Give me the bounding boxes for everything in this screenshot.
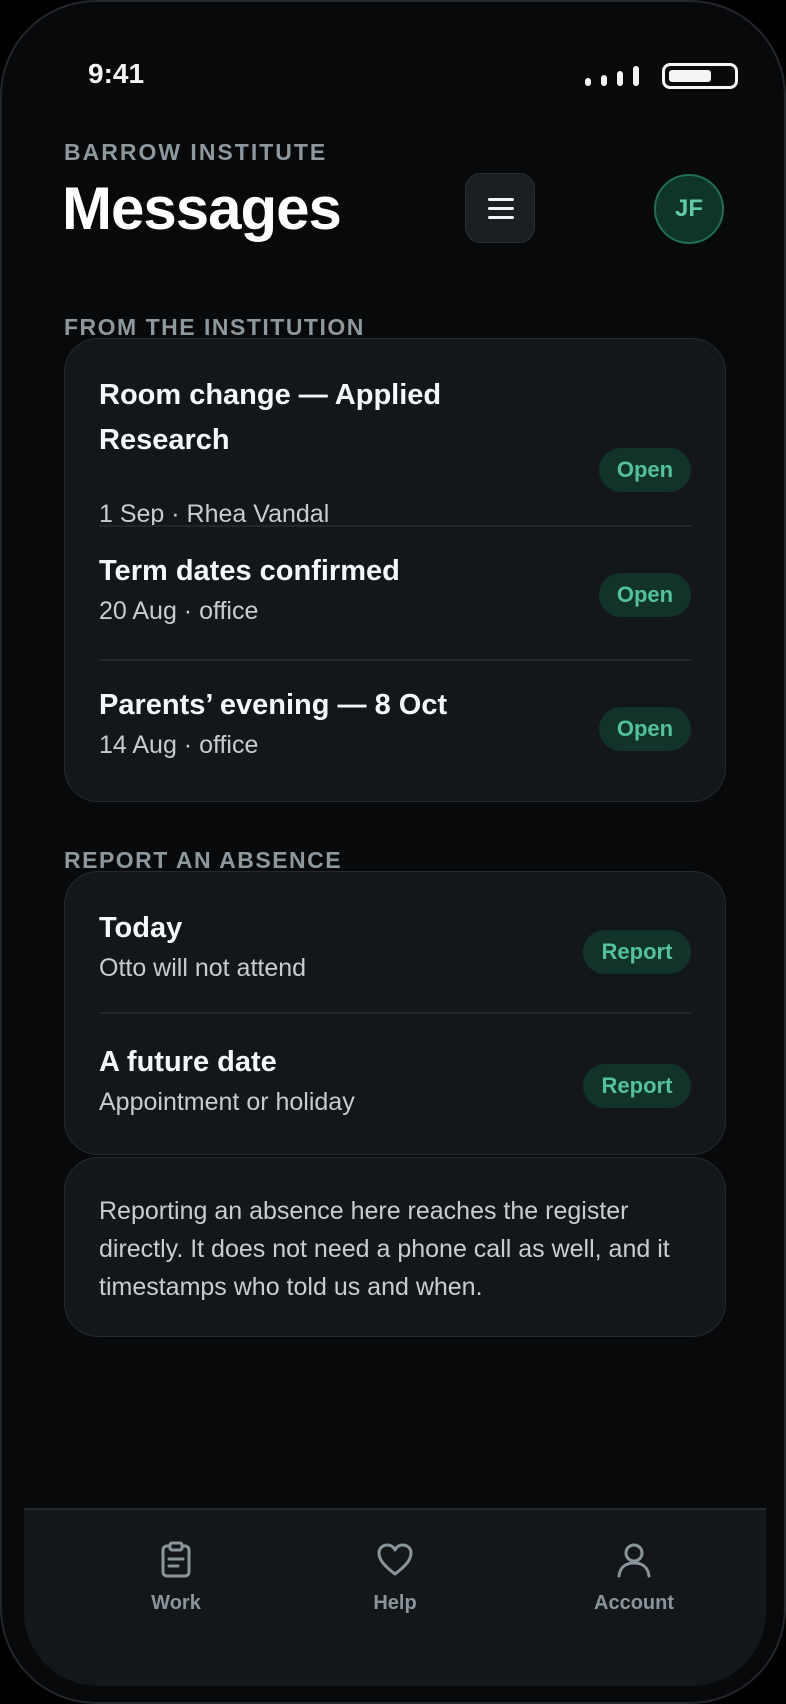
heart-icon bbox=[377, 1543, 413, 1576]
absence-info-text: Reporting an absence here reaches the re… bbox=[99, 1197, 670, 1301]
absence-card: Today Otto will not attend Report A futu… bbox=[64, 871, 726, 1155]
open-button[interactable]: Open bbox=[599, 448, 691, 492]
signal-strength-icon bbox=[585, 66, 641, 86]
report-button[interactable]: Report bbox=[583, 1064, 691, 1108]
phone-screen: 9:41 BARROW INSTITUTE Messages JF FROM T… bbox=[0, 0, 786, 1704]
message-title: Term dates confirmed bbox=[99, 555, 400, 587]
org-name: BARROW INSTITUTE bbox=[64, 139, 328, 165]
message-item[interactable]: Room change — Applied Research 1 Sep · R… bbox=[99, 373, 691, 528]
tab-label: Work bbox=[151, 1592, 201, 1614]
message-meta: 20 Aug · office bbox=[99, 597, 259, 625]
absence-option-meta: Appointment or holiday bbox=[99, 1088, 355, 1116]
message-item[interactable]: Parents’ evening — 8 Oct 14 Aug · office… bbox=[99, 683, 691, 773]
tab-work[interactable]: Work bbox=[96, 1540, 256, 1640]
battery-icon bbox=[662, 63, 738, 89]
message-item[interactable]: Term dates confirmed 20 Aug · office Ope… bbox=[99, 549, 691, 639]
open-button[interactable]: Open bbox=[599, 573, 691, 617]
tab-label: Help bbox=[373, 1592, 417, 1614]
tab-account[interactable]: Account bbox=[554, 1540, 714, 1640]
absence-option-future[interactable]: A future date Appointment or holiday Rep… bbox=[99, 1040, 691, 1130]
message-title: Room change — Applied Research bbox=[99, 379, 442, 456]
clipboard-icon bbox=[161, 1541, 191, 1578]
status-time: 9:41 bbox=[88, 58, 145, 89]
page-title: Messages bbox=[62, 175, 342, 242]
section-label-absence: REPORT AN ABSENCE bbox=[64, 847, 343, 873]
tab-help[interactable]: Help bbox=[315, 1540, 475, 1640]
avatar[interactable]: JF bbox=[654, 174, 724, 244]
divider bbox=[99, 1012, 691, 1014]
open-button[interactable]: Open bbox=[599, 707, 691, 751]
menu-button[interactable] bbox=[465, 173, 535, 243]
tab-label: Account bbox=[594, 1592, 674, 1614]
report-button[interactable]: Report bbox=[583, 930, 691, 974]
absence-option-today[interactable]: Today Otto will not attend Report bbox=[99, 906, 691, 996]
absence-option-title: Today bbox=[99, 912, 183, 944]
status-bar: 9:41 bbox=[2, 2, 784, 152]
message-meta: 14 Aug · office bbox=[99, 731, 259, 759]
section-label-messages: FROM THE INSTITUTION bbox=[64, 314, 365, 340]
tab-bar: Work Help Account bbox=[24, 1508, 766, 1686]
messages-card: Room change — Applied Research 1 Sep · R… bbox=[64, 338, 726, 802]
absence-option-meta: Otto will not attend bbox=[99, 954, 307, 982]
message-title: Parents’ evening — 8 Oct bbox=[99, 689, 448, 721]
divider bbox=[99, 659, 691, 661]
absence-info-card: Reporting an absence here reaches the re… bbox=[64, 1157, 726, 1337]
divider bbox=[99, 525, 691, 527]
person-icon bbox=[617, 1543, 651, 1578]
absence-option-title: A future date bbox=[99, 1046, 277, 1078]
